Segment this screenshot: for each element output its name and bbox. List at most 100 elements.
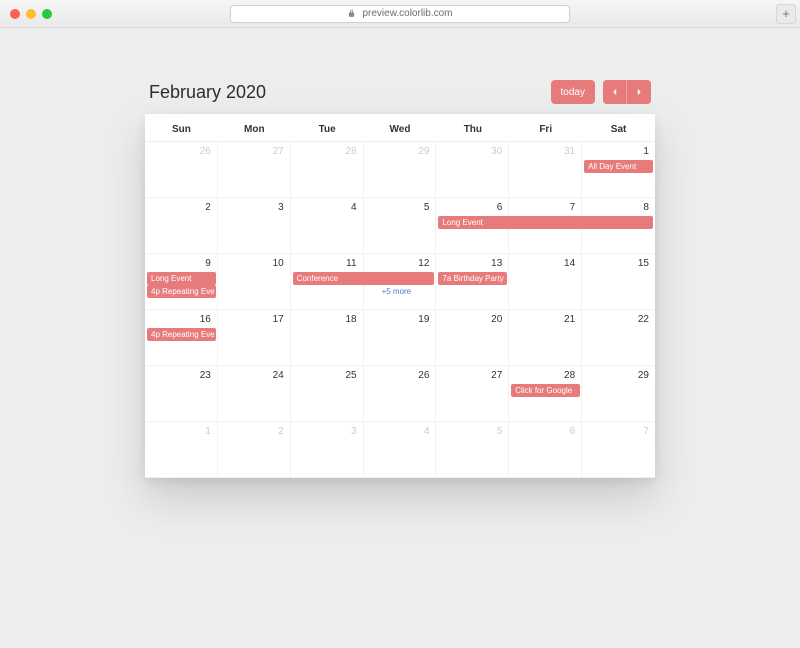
event-long-1[interactable]: Long Event — [438, 216, 653, 229]
day-cell[interactable]: 2 — [145, 198, 218, 254]
day-cell[interactable]: 1 — [145, 422, 218, 478]
day-number: 2 — [278, 426, 284, 437]
day-cell[interactable]: 30 — [436, 142, 509, 198]
day-number: 22 — [638, 314, 649, 325]
day-cell[interactable]: 5 — [364, 198, 437, 254]
day-number: 15 — [638, 258, 649, 269]
address-bar[interactable]: preview.colorlib.com — [230, 5, 570, 23]
chevron-left-icon — [611, 88, 619, 96]
chevron-right-icon — [635, 88, 643, 96]
browser-toolbar: preview.colorlib.com + — [0, 0, 800, 28]
close-icon[interactable] — [10, 9, 20, 19]
day-number: 29 — [418, 146, 429, 157]
dow-thu: Thu — [436, 114, 509, 141]
day-number: 4 — [424, 426, 430, 437]
day-cell[interactable]: 7 — [582, 422, 655, 478]
day-cell[interactable]: 29 — [364, 142, 437, 198]
day-number: 30 — [491, 146, 502, 157]
day-number: 6 — [570, 426, 576, 437]
day-cell[interactable]: 4 — [364, 422, 437, 478]
day-cell[interactable]: 29 — [582, 366, 655, 422]
day-number: 3 — [351, 426, 357, 437]
day-cell[interactable]: 27 — [218, 142, 291, 198]
day-number: 31 — [564, 146, 575, 157]
day-number: 7 — [643, 426, 649, 437]
minimize-icon[interactable] — [26, 9, 36, 19]
dow-fri: Fri — [509, 114, 582, 141]
new-tab-button[interactable]: + — [776, 4, 796, 24]
day-number: 8 — [643, 202, 649, 213]
day-cell[interactable]: 4 — [291, 198, 364, 254]
day-number: 9 — [205, 258, 211, 269]
day-number: 16 — [200, 314, 211, 325]
event-google[interactable]: Click for Google — [511, 384, 580, 397]
day-cell[interactable]: 15 — [582, 254, 655, 310]
dow-sat: Sat — [582, 114, 655, 141]
day-cell[interactable]: 18 — [291, 310, 364, 366]
day-cell[interactable]: 6 — [509, 422, 582, 478]
window-controls — [10, 9, 52, 19]
dow-wed: Wed — [364, 114, 437, 141]
day-number: 24 — [273, 370, 284, 381]
page-viewport: February 2020 today Sun Mon Tue Wed — [0, 28, 800, 648]
day-number: 11 — [346, 258, 356, 269]
day-cell[interactable]: 22 — [582, 310, 655, 366]
next-button[interactable] — [627, 80, 651, 104]
day-number: 5 — [424, 202, 430, 213]
event-all-day[interactable]: All Day Event — [584, 160, 653, 173]
day-number: 6 — [497, 202, 503, 213]
day-number: 28 — [564, 370, 575, 381]
day-number: 1 — [205, 426, 211, 437]
day-number: 19 — [418, 314, 429, 325]
day-number: 7 — [570, 202, 576, 213]
day-number: 4 — [351, 202, 357, 213]
day-number: 13 — [491, 258, 502, 269]
day-number: 5 — [497, 426, 503, 437]
day-number: 29 — [638, 370, 649, 381]
calendar-header: February 2020 today — [145, 80, 655, 104]
day-number: 27 — [273, 146, 284, 157]
day-cell[interactable]: 20 — [436, 310, 509, 366]
day-cell[interactable]: 27 — [436, 366, 509, 422]
day-number: 26 — [200, 146, 211, 157]
more-events-link[interactable]: +5 more — [382, 287, 412, 296]
day-cell[interactable]: 3 — [291, 422, 364, 478]
day-number: 26 — [418, 370, 429, 381]
dow-tue: Tue — [291, 114, 364, 141]
lock-icon — [347, 9, 356, 18]
day-of-week-row: Sun Mon Tue Wed Thu Fri Sat — [145, 114, 655, 142]
day-number: 28 — [345, 146, 356, 157]
calendar: Sun Mon Tue Wed Thu Fri Sat 262728293031… — [145, 114, 655, 478]
day-cell[interactable]: 31 — [509, 142, 582, 198]
dow-mon: Mon — [218, 114, 291, 141]
day-number: 12 — [418, 258, 429, 269]
event-conference[interactable]: Conference — [293, 272, 435, 285]
day-cell[interactable]: 10 — [218, 254, 291, 310]
event-repeating-16[interactable]: 4p Repeating Eve — [147, 328, 216, 341]
day-cell[interactable]: 28 — [291, 142, 364, 198]
day-cell[interactable]: 5 — [436, 422, 509, 478]
maximize-icon[interactable] — [42, 9, 52, 19]
day-cell[interactable]: 17 — [218, 310, 291, 366]
event-repeating-9[interactable]: 4p Repeating Eve — [147, 285, 216, 298]
day-cell[interactable]: 14 — [509, 254, 582, 310]
day-number: 1 — [643, 146, 649, 157]
day-cell[interactable]: 25 — [291, 366, 364, 422]
event-long-2[interactable]: Long Event — [147, 272, 216, 285]
day-cell[interactable]: 2 — [218, 422, 291, 478]
calendar-nav — [603, 80, 651, 104]
day-number: 23 — [200, 370, 211, 381]
calendar-title: February 2020 — [149, 82, 266, 103]
day-cell[interactable]: 3 — [218, 198, 291, 254]
day-cell[interactable]: 23 — [145, 366, 218, 422]
day-cell[interactable]: 21 — [509, 310, 582, 366]
day-number: 21 — [564, 314, 575, 325]
day-number: 3 — [278, 202, 284, 213]
prev-button[interactable] — [603, 80, 627, 104]
day-cell[interactable]: 26 — [145, 142, 218, 198]
event-birthday[interactable]: 7a Birthday Party — [438, 272, 507, 285]
today-button[interactable]: today — [551, 80, 595, 104]
day-cell[interactable]: 19 — [364, 310, 437, 366]
day-cell[interactable]: 24 — [218, 366, 291, 422]
day-cell[interactable]: 26 — [364, 366, 437, 422]
